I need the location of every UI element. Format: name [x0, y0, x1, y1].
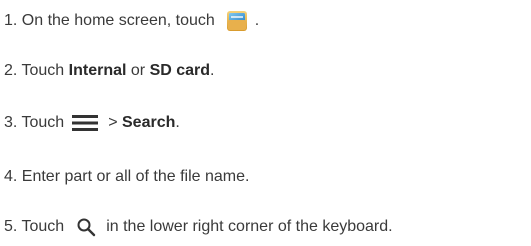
internal-label: Internal [68, 62, 127, 79]
step-3-arrow: > [108, 114, 122, 131]
step-5-suffix: in the lower right corner of the keyboar… [106, 218, 393, 235]
search-icon [76, 217, 96, 237]
step-2-suffix: . [210, 62, 215, 79]
step-5-prefix: 5. Touch [4, 218, 65, 235]
step-2-prefix: 2. Touch [4, 62, 69, 79]
step-2: 2. Touch Internal or SD card . [4, 60, 214, 82]
step-3-prefix: 3. Touch [4, 114, 65, 131]
step-2-or: or [126, 62, 150, 79]
step-4: 4. Enter part or all of the file name. [4, 166, 249, 188]
step-1: 1. On the home screen, touch . [4, 9, 259, 33]
file-manager-icon [225, 9, 249, 33]
menu-icon [72, 114, 99, 132]
step-1-suffix: . [254, 12, 260, 29]
step-1-text: 1. On the home screen, touch [4, 12, 215, 29]
step-3-suffix: . [175, 114, 180, 131]
sd-card-label: SD card [149, 62, 211, 79]
step-4-text: 4. Enter part or all of the file name. [4, 168, 250, 185]
search-label: Search [122, 114, 176, 131]
step-3: 3. Touch > Search . [4, 112, 180, 134]
step-5: 5. Touch in the lower right corner of th… [4, 216, 393, 238]
